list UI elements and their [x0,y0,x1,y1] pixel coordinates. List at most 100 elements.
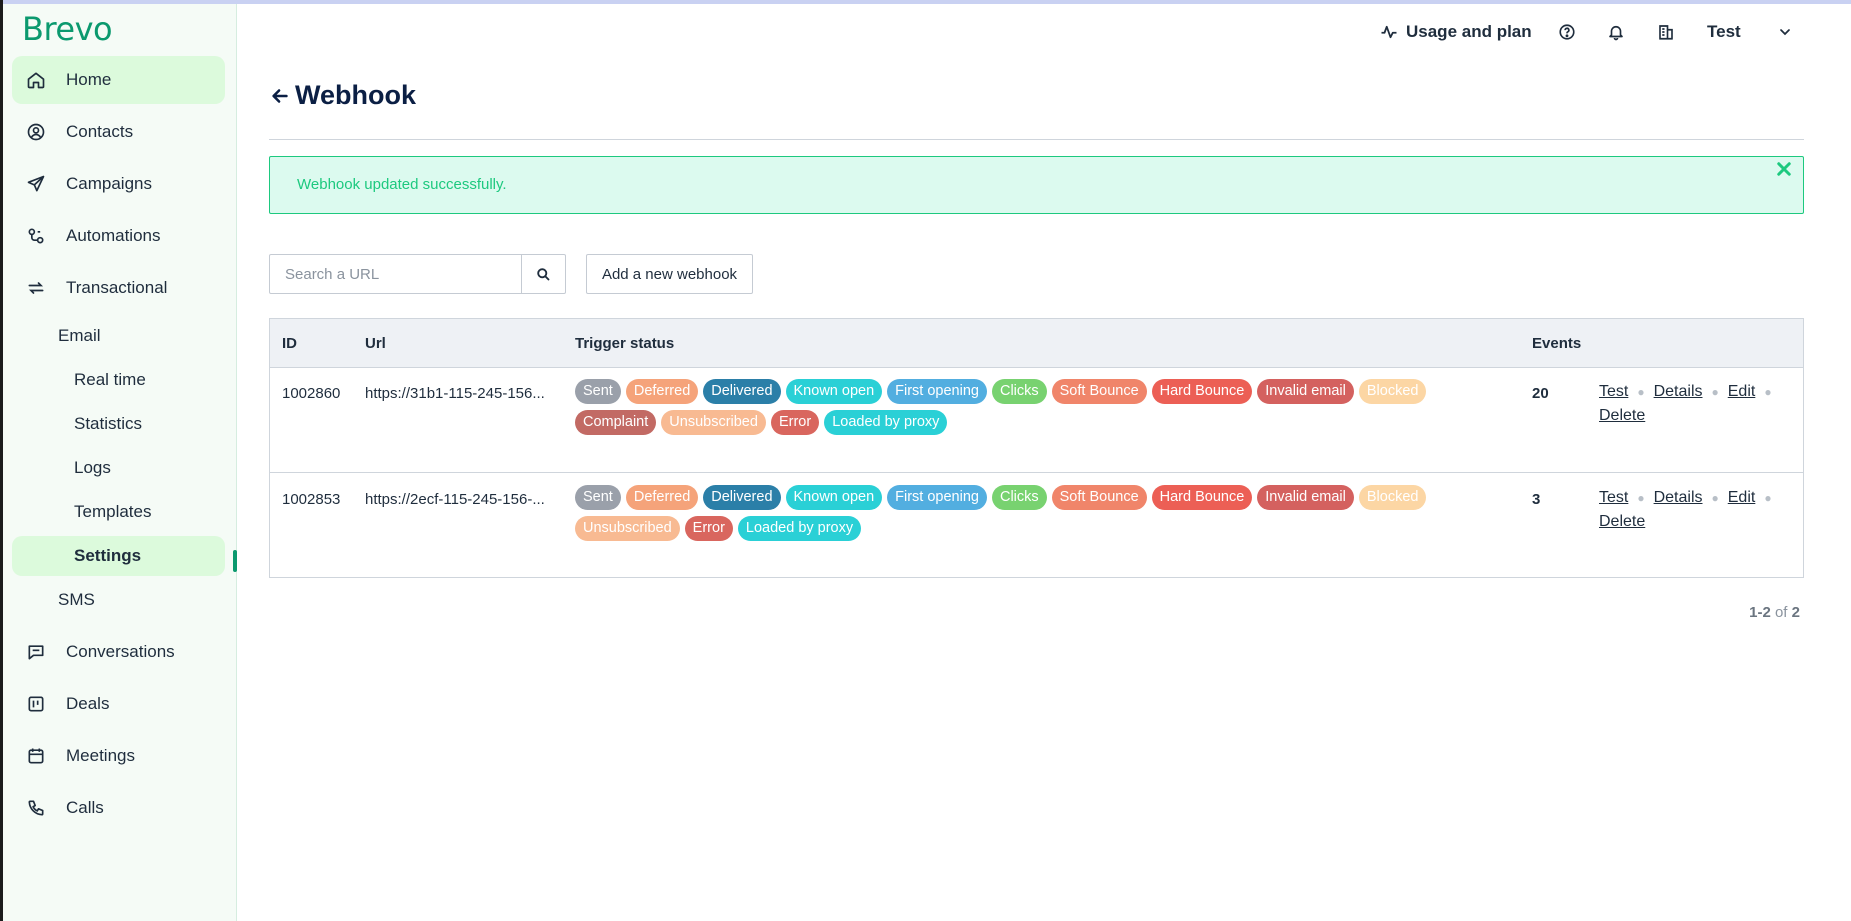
calendar-icon [25,745,47,767]
trigger-status-tag: Deferred [625,379,699,404]
trigger-status-tag: First opening [887,485,987,510]
automation-icon [25,225,47,247]
trigger-status-tag: Hard Bounce [1151,379,1253,404]
chat-icon [25,641,47,663]
edit-link[interactable]: Edit [1728,383,1756,400]
account-menu[interactable]: Test [1707,18,1793,46]
home-icon [25,69,47,91]
trigger-status-tag: Delivered [703,485,781,510]
trigger-status-tag: Clicks [991,485,1047,510]
close-icon[interactable] [1775,160,1793,178]
sidebar-item-contacts[interactable]: Contacts [12,108,225,156]
bell-icon [1609,25,1623,41]
test-link[interactable]: Test [1599,383,1628,400]
alert-message: Webhook updated successfully. [297,176,507,193]
column-header-events: Events [1532,335,1582,352]
sidebar-item-home[interactable]: Home [12,56,225,104]
sidebar-item-label: Campaigns [66,174,152,193]
trigger-status-tag: Invalid email [1257,485,1354,510]
details-link[interactable]: Details [1654,489,1703,506]
trigger-status-tag: Error [684,516,733,541]
trigger-status-tag: Known open [785,485,883,510]
sidebar-item-label: Calls [66,798,104,817]
trigger-status-tag: First opening [887,379,987,404]
webhook-id: 1002853 [282,491,341,508]
delete-link[interactable]: Delete [1599,407,1645,424]
trigger-status-tag: Blocked [1358,485,1427,510]
events-count: 3 [1532,491,1541,508]
help-icon [1559,24,1575,40]
delete-link[interactable]: Delete [1599,513,1645,530]
page-header: Webhook [269,80,416,111]
sidebar-item-campaigns[interactable]: Campaigns [12,160,225,208]
sidebar-item-label: Conversations [66,642,175,661]
account-name: Test [1707,22,1741,41]
search-button[interactable] [521,255,565,293]
column-header-trigger-status: Trigger status [575,335,675,352]
organization-button[interactable] [1657,18,1675,46]
trigger-status-tag: Delivered [703,379,781,404]
trigger-status-tag: Loaded by proxy [737,516,862,541]
edit-link[interactable]: Edit [1728,489,1756,506]
sidebar-item-templates[interactable]: Templates [12,492,225,532]
sidebar-item-automations[interactable]: Automations [12,212,225,260]
sidebar-item-label: Automations [66,226,161,245]
sidebar-item-real-time[interactable]: Real time [12,360,225,400]
pagination-range: 1-2 [1749,604,1771,621]
sidebar-item-meetings[interactable]: Meetings [12,732,225,780]
sidebar-item-transactional[interactable]: Transactional [12,264,225,312]
sidebar-item-logs[interactable]: Logs [12,448,225,488]
trigger-status-tag: Sent [575,379,621,404]
sidebar-item-label: Meetings [66,746,135,765]
sidebar-item-label: Deals [66,694,110,713]
success-alert: Webhook updated successfully. [269,156,1804,214]
usage-and-plan-label: Usage and plan [1406,22,1532,41]
sidebar-item-label: Home [66,70,112,89]
pagination-summary: 1-2 of 2 [1700,604,1800,621]
separator-dot: ● [1637,491,1645,505]
usage-and-plan-button[interactable]: Usage and plan [1380,18,1532,46]
back-arrow-icon[interactable] [269,85,291,107]
details-link[interactable]: Details [1654,383,1703,400]
add-webhook-button[interactable]: Add a new webhook [586,254,753,294]
activity-icon [1381,25,1397,39]
separator-dot: ● [1711,491,1719,505]
trigger-status-tags: Sent Deferred Delivered Known open First ope… [575,379,1455,435]
sidebar-item-calls[interactable]: Calls [12,784,225,832]
notifications-button[interactable] [1607,18,1625,46]
separator-dot: ● [1637,385,1645,399]
separator-dot: ● [1764,491,1772,505]
trigger-status-tag: Soft Bounce [1051,379,1147,404]
page-title: Webhook [295,80,416,110]
sidebar-item-settings[interactable]: Settings [12,536,225,576]
sidebar-item-sms[interactable]: SMS [12,580,225,620]
trigger-status-tag: Blocked [1358,379,1427,404]
trigger-status-tag: Sent [575,485,621,510]
pagination-of: of [1774,604,1788,621]
trigger-status-tags: Sent Deferred Delivered Known open First ope… [575,485,1455,541]
sidebar-item-conversations[interactable]: Conversations [12,628,225,676]
sidebar-item-deals[interactable]: Deals [12,680,225,728]
trigger-status-tag: Known open [785,379,883,404]
repeat-icon [25,277,47,299]
trigger-status-tag: Unsubscribed [661,410,766,435]
trigger-status-tag: Invalid email [1257,379,1354,404]
search-icon [537,267,550,280]
trigger-status-tag: Deferred [625,485,699,510]
contacts-icon [25,121,47,143]
separator-dot: ● [1764,385,1772,399]
pagination-total: 2 [1791,604,1800,621]
webhook-id: 1002860 [282,385,341,402]
brevo-logo[interactable]: Brevo [22,10,113,48]
sidebar-item-email[interactable]: Email [12,316,225,356]
trigger-status-tag: Hard Bounce [1151,485,1253,510]
active-indicator [233,550,237,572]
sidebar-item-label: Contacts [66,122,134,141]
header-divider [269,139,1804,140]
test-link[interactable]: Test [1599,489,1628,506]
help-button[interactable] [1558,18,1576,46]
table-row: 1002853 https://2ecf-115-245-156-... Sen… [270,474,1803,579]
trigger-status-tag: Clicks [991,379,1047,404]
sidebar-item-statistics[interactable]: Statistics [12,404,225,444]
search-input[interactable] [270,255,522,293]
